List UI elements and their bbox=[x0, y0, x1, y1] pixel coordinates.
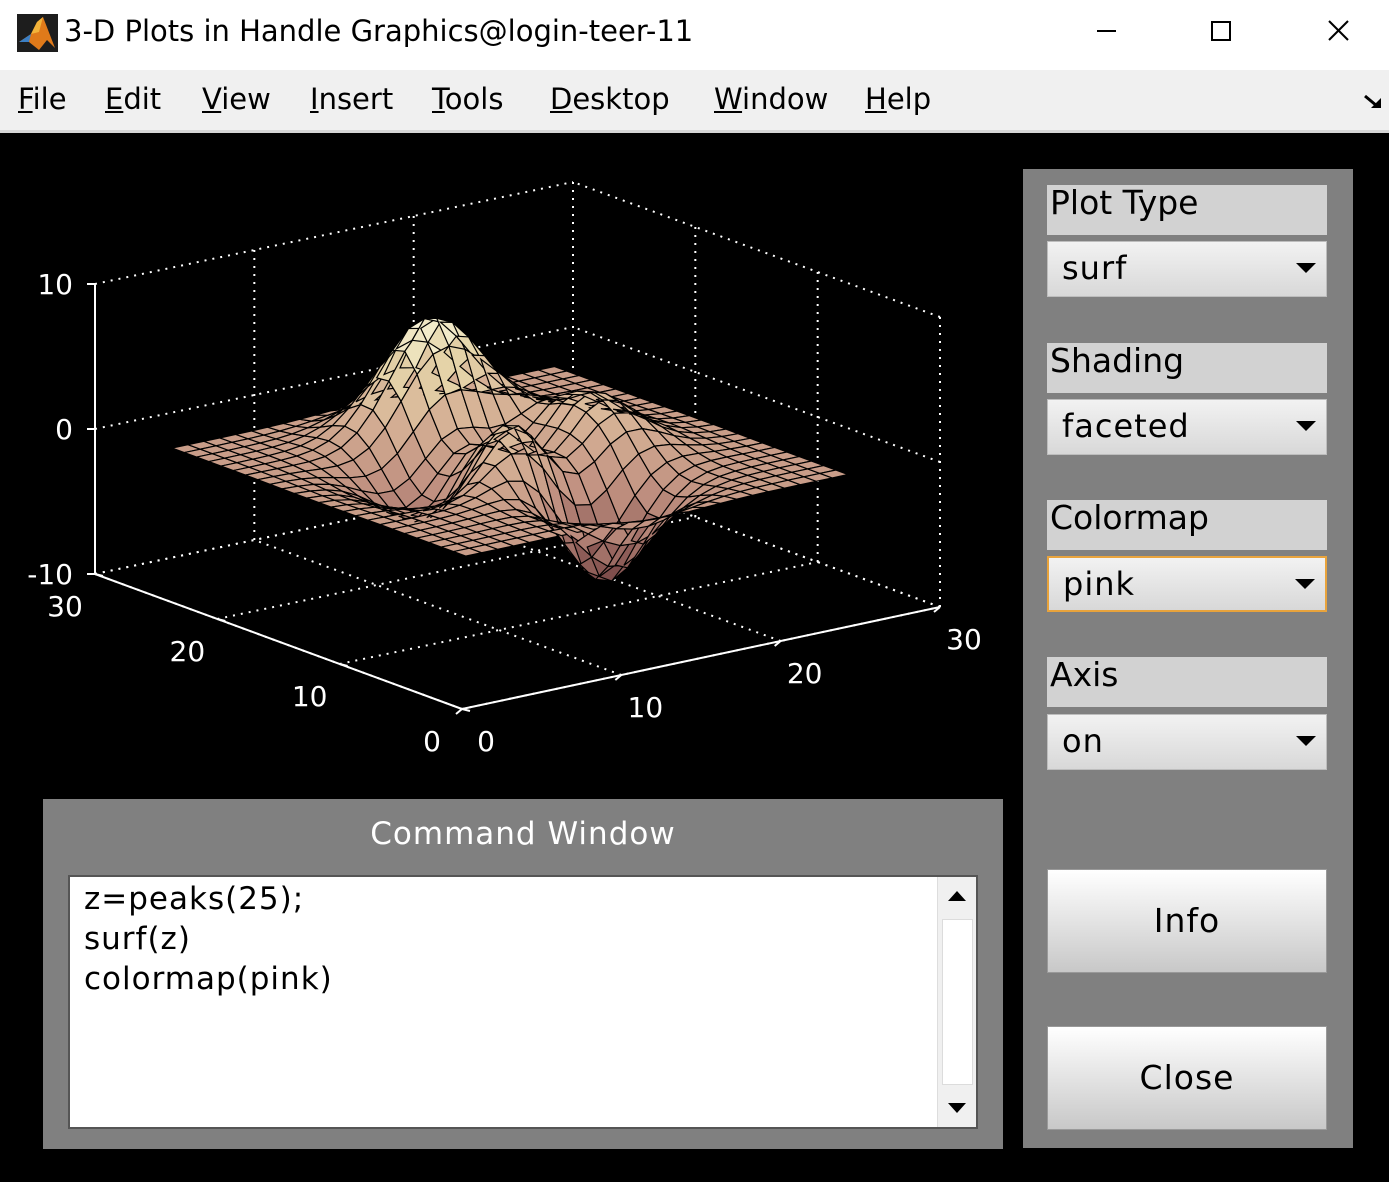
close-icon bbox=[1328, 20, 1349, 41]
y-tick-mark bbox=[94, 573, 104, 577]
vertical-scrollbar[interactable] bbox=[937, 877, 976, 1127]
y-tick-label: 0 bbox=[423, 725, 441, 758]
colormap-label: Colormap bbox=[1047, 500, 1327, 550]
menu-insert[interactable]: Insert bbox=[310, 82, 393, 116]
command-window-panel: Command Window z=peaks(25); surf(z) colo… bbox=[43, 799, 1003, 1149]
y-tick-mark bbox=[461, 708, 471, 712]
x-tick-label: 20 bbox=[787, 657, 823, 690]
menu-desktop[interactable]: Desktop bbox=[550, 82, 670, 116]
axis-value: on bbox=[1062, 722, 1104, 760]
figure-canvas: 0 10 20 30 0 10 20 30 -10 0 10 Plot Type surf Shad… bbox=[0, 133, 1389, 1182]
menu-file[interactable]: File bbox=[18, 82, 67, 116]
scroll-up-button[interactable] bbox=[938, 877, 976, 915]
chevron-down-icon bbox=[1295, 579, 1315, 589]
menu-help[interactable]: Help bbox=[865, 82, 931, 116]
close-window-button[interactable] bbox=[1280, 0, 1389, 64]
chevron-down-icon bbox=[1296, 421, 1316, 431]
y-tick-label: 30 bbox=[47, 590, 83, 623]
control-panel: Plot Type surf Shading faceted Colormap … bbox=[1023, 169, 1353, 1148]
z-tick-label: 0 bbox=[55, 413, 73, 446]
shading-dropdown[interactable]: faceted bbox=[1047, 399, 1327, 455]
close-button[interactable]: Close bbox=[1047, 1026, 1327, 1130]
plot-type-value: surf bbox=[1062, 249, 1128, 287]
z-tick-label: -10 bbox=[27, 558, 73, 591]
y-tick-mark bbox=[217, 618, 226, 622]
shading-value: faceted bbox=[1062, 407, 1190, 445]
command-line: z=peaks(25); bbox=[84, 881, 305, 917]
scroll-down-button[interactable] bbox=[938, 1089, 976, 1127]
grid-line bbox=[253, 539, 622, 676]
colormap-value: pink bbox=[1063, 565, 1136, 603]
window-title: 3-D Plots in Handle Graphics@login-teer-… bbox=[64, 14, 694, 48]
grid-line bbox=[94, 181, 574, 285]
dock-arrow-icon[interactable] bbox=[1361, 88, 1387, 114]
shading-label: Shading bbox=[1047, 343, 1327, 393]
info-button[interactable]: Info bbox=[1047, 869, 1327, 973]
peaks-surface bbox=[169, 317, 851, 582]
command-line: colormap(pink) bbox=[84, 961, 333, 997]
menu-edit[interactable]: Edit bbox=[105, 82, 161, 116]
plot-type-label: Plot Type bbox=[1047, 185, 1327, 235]
x-tick-label: 0 bbox=[477, 725, 495, 758]
command-line: surf(z) bbox=[84, 921, 191, 957]
minimize-icon bbox=[1097, 30, 1116, 32]
command-window-title: Command Window bbox=[370, 816, 676, 852]
grid-line bbox=[572, 181, 941, 318]
minimize-button[interactable] bbox=[1048, 0, 1164, 64]
x-axis-line bbox=[461, 606, 941, 710]
x-tick-label: 10 bbox=[628, 691, 664, 724]
y-tick-label: 10 bbox=[292, 680, 328, 713]
command-window-text[interactable]: z=peaks(25); surf(z) colormap(pink) bbox=[68, 875, 978, 1129]
y-tick-label: 20 bbox=[170, 635, 206, 668]
menu-view[interactable]: View bbox=[202, 82, 271, 116]
surface-plot[interactable]: 01020300102030-10010 bbox=[0, 133, 1010, 793]
caret-up-icon bbox=[948, 891, 966, 901]
x-tick-label: 30 bbox=[946, 623, 982, 656]
axis-label: Axis bbox=[1047, 657, 1327, 707]
y-axis-line bbox=[94, 573, 463, 710]
x-tick-mark bbox=[455, 708, 463, 715]
plot-type-dropdown[interactable]: surf bbox=[1047, 241, 1327, 297]
maximize-icon bbox=[1211, 21, 1231, 41]
y-tick-mark bbox=[339, 663, 348, 667]
caret-down-icon bbox=[948, 1103, 966, 1113]
chevron-down-icon bbox=[1296, 263, 1316, 273]
menu-bar: File Edit View Insert Tools Desktop Wind… bbox=[0, 70, 1389, 133]
maximize-button[interactable] bbox=[1164, 0, 1280, 64]
z-tick-label: 10 bbox=[37, 268, 73, 301]
colormap-dropdown[interactable]: pink bbox=[1047, 556, 1327, 612]
title-bar: 3-D Plots in Handle Graphics@login-teer-… bbox=[0, 0, 1389, 70]
menu-tools[interactable]: Tools bbox=[432, 82, 503, 116]
chevron-down-icon bbox=[1296, 736, 1316, 746]
scroll-thumb[interactable] bbox=[942, 919, 973, 1085]
menu-window[interactable]: Window bbox=[714, 82, 828, 116]
axis-dropdown[interactable]: on bbox=[1047, 714, 1327, 770]
matlab-logo-icon bbox=[17, 14, 58, 52]
